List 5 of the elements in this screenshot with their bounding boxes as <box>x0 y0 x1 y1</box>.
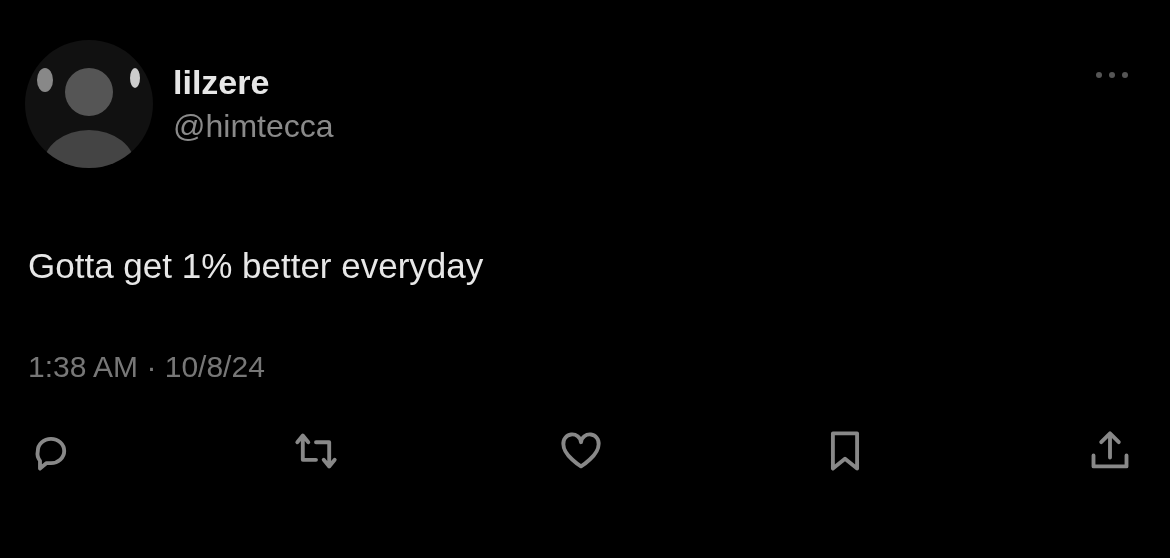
user-name[interactable]: lilzere <box>173 63 270 102</box>
user-handle[interactable]: @himtecca <box>173 108 334 145</box>
more-options-icon[interactable] <box>1094 70 1130 80</box>
timestamp: 1:38 AM · 10/8/24 <box>28 350 265 384</box>
tweet-text: Gotta get 1% better everyday <box>28 246 485 286</box>
